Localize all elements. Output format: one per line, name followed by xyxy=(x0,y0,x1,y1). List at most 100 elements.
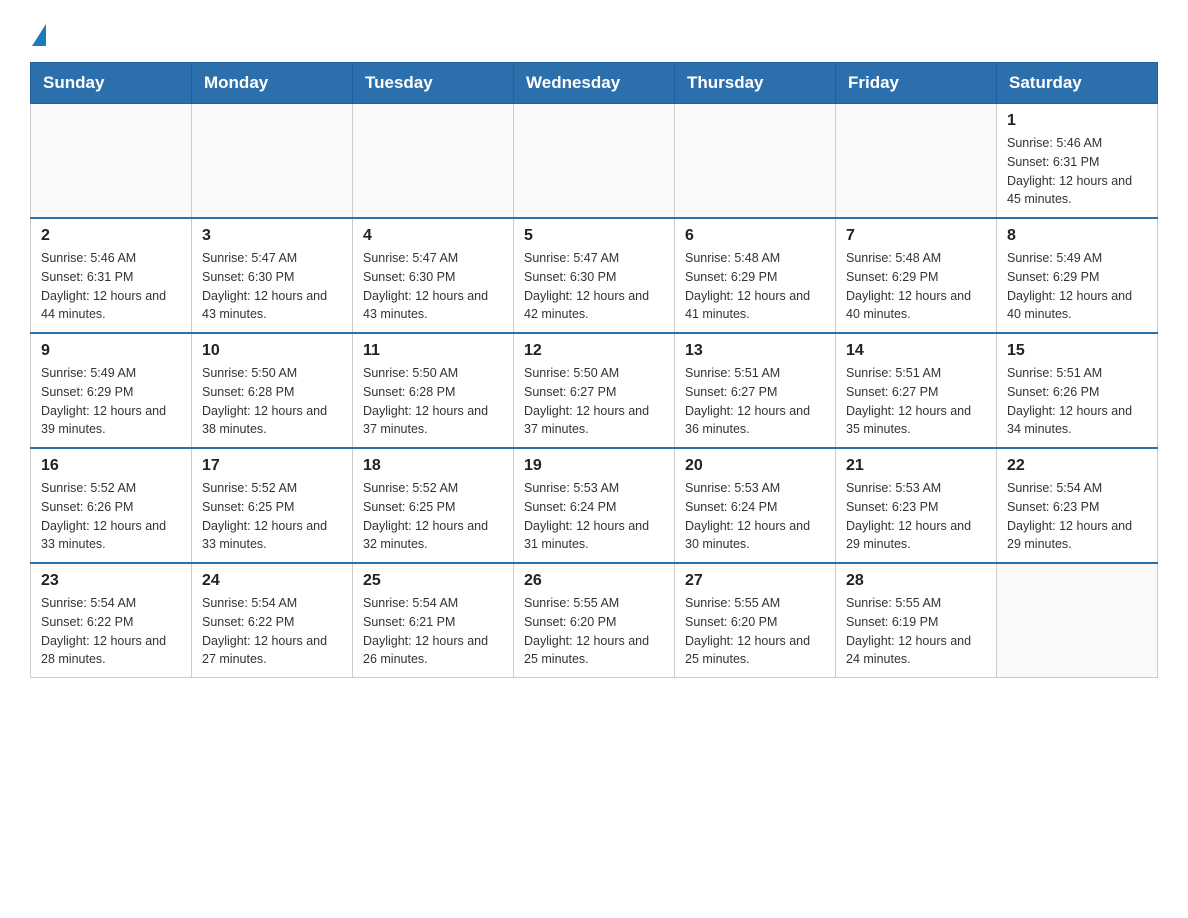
day-info: Sunrise: 5:51 AM Sunset: 6:26 PM Dayligh… xyxy=(1007,364,1147,439)
day-number: 4 xyxy=(363,227,503,245)
day-info: Sunrise: 5:53 AM Sunset: 6:23 PM Dayligh… xyxy=(846,479,986,554)
day-number: 13 xyxy=(685,342,825,360)
calendar-cell: 6 Sunrise: 5:48 AM Sunset: 6:29 PM Daylig… xyxy=(675,218,836,333)
calendar-cell: 16 Sunrise: 5:52 AM Sunset: 6:26 PM Dayli… xyxy=(31,448,192,563)
day-number: 17 xyxy=(202,457,342,475)
calendar-week-2: 2 Sunrise: 5:46 AM Sunset: 6:31 PM Daylig… xyxy=(31,218,1158,333)
day-info: Sunrise: 5:49 AM Sunset: 6:29 PM Dayligh… xyxy=(1007,249,1147,324)
calendar-cell: 15 Sunrise: 5:51 AM Sunset: 6:26 PM Dayli… xyxy=(997,333,1158,448)
day-info: Sunrise: 5:52 AM Sunset: 6:25 PM Dayligh… xyxy=(363,479,503,554)
calendar-cell: 7 Sunrise: 5:48 AM Sunset: 6:29 PM Daylig… xyxy=(836,218,997,333)
day-number: 7 xyxy=(846,227,986,245)
day-info: Sunrise: 5:49 AM Sunset: 6:29 PM Dayligh… xyxy=(41,364,181,439)
day-info: Sunrise: 5:46 AM Sunset: 6:31 PM Dayligh… xyxy=(41,249,181,324)
day-number: 11 xyxy=(363,342,503,360)
column-header-saturday: Saturday xyxy=(997,63,1158,104)
calendar-week-3: 9 Sunrise: 5:49 AM Sunset: 6:29 PM Daylig… xyxy=(31,333,1158,448)
calendar-cell: 28 Sunrise: 5:55 AM Sunset: 6:19 PM Dayli… xyxy=(836,563,997,678)
day-info: Sunrise: 5:55 AM Sunset: 6:19 PM Dayligh… xyxy=(846,594,986,669)
day-number: 18 xyxy=(363,457,503,475)
day-number: 26 xyxy=(524,572,664,590)
calendar-cell xyxy=(353,104,514,219)
calendar-cell: 26 Sunrise: 5:55 AM Sunset: 6:20 PM Dayli… xyxy=(514,563,675,678)
page-header xyxy=(30,20,1158,42)
day-number: 25 xyxy=(363,572,503,590)
day-number: 3 xyxy=(202,227,342,245)
day-info: Sunrise: 5:47 AM Sunset: 6:30 PM Dayligh… xyxy=(524,249,664,324)
day-info: Sunrise: 5:50 AM Sunset: 6:28 PM Dayligh… xyxy=(202,364,342,439)
day-number: 19 xyxy=(524,457,664,475)
calendar-cell xyxy=(997,563,1158,678)
calendar-cell: 2 Sunrise: 5:46 AM Sunset: 6:31 PM Daylig… xyxy=(31,218,192,333)
day-number: 14 xyxy=(846,342,986,360)
column-header-friday: Friday xyxy=(836,63,997,104)
day-number: 6 xyxy=(685,227,825,245)
logo-triangle-icon xyxy=(32,24,46,46)
calendar-cell xyxy=(31,104,192,219)
calendar-cell xyxy=(514,104,675,219)
calendar-cell: 13 Sunrise: 5:51 AM Sunset: 6:27 PM Dayli… xyxy=(675,333,836,448)
calendar-cell: 5 Sunrise: 5:47 AM Sunset: 6:30 PM Daylig… xyxy=(514,218,675,333)
calendar-week-4: 16 Sunrise: 5:52 AM Sunset: 6:26 PM Dayli… xyxy=(31,448,1158,563)
day-info: Sunrise: 5:53 AM Sunset: 6:24 PM Dayligh… xyxy=(524,479,664,554)
calendar-week-5: 23 Sunrise: 5:54 AM Sunset: 6:22 PM Dayli… xyxy=(31,563,1158,678)
day-info: Sunrise: 5:51 AM Sunset: 6:27 PM Dayligh… xyxy=(685,364,825,439)
calendar-cell: 23 Sunrise: 5:54 AM Sunset: 6:22 PM Dayli… xyxy=(31,563,192,678)
day-info: Sunrise: 5:48 AM Sunset: 6:29 PM Dayligh… xyxy=(846,249,986,324)
day-number: 12 xyxy=(524,342,664,360)
day-info: Sunrise: 5:54 AM Sunset: 6:21 PM Dayligh… xyxy=(363,594,503,669)
day-info: Sunrise: 5:55 AM Sunset: 6:20 PM Dayligh… xyxy=(685,594,825,669)
day-number: 8 xyxy=(1007,227,1147,245)
calendar-cell: 9 Sunrise: 5:49 AM Sunset: 6:29 PM Daylig… xyxy=(31,333,192,448)
day-number: 15 xyxy=(1007,342,1147,360)
day-number: 27 xyxy=(685,572,825,590)
calendar-cell: 18 Sunrise: 5:52 AM Sunset: 6:25 PM Dayli… xyxy=(353,448,514,563)
calendar-cell: 11 Sunrise: 5:50 AM Sunset: 6:28 PM Dayli… xyxy=(353,333,514,448)
day-number: 22 xyxy=(1007,457,1147,475)
day-info: Sunrise: 5:53 AM Sunset: 6:24 PM Dayligh… xyxy=(685,479,825,554)
calendar-cell: 8 Sunrise: 5:49 AM Sunset: 6:29 PM Daylig… xyxy=(997,218,1158,333)
column-header-tuesday: Tuesday xyxy=(353,63,514,104)
day-info: Sunrise: 5:46 AM Sunset: 6:31 PM Dayligh… xyxy=(1007,134,1147,209)
day-number: 23 xyxy=(41,572,181,590)
calendar-cell: 17 Sunrise: 5:52 AM Sunset: 6:25 PM Dayli… xyxy=(192,448,353,563)
calendar-cell: 25 Sunrise: 5:54 AM Sunset: 6:21 PM Dayli… xyxy=(353,563,514,678)
day-info: Sunrise: 5:52 AM Sunset: 6:25 PM Dayligh… xyxy=(202,479,342,554)
day-info: Sunrise: 5:54 AM Sunset: 6:22 PM Dayligh… xyxy=(202,594,342,669)
calendar-cell: 1 Sunrise: 5:46 AM Sunset: 6:31 PM Daylig… xyxy=(997,104,1158,219)
day-info: Sunrise: 5:50 AM Sunset: 6:27 PM Dayligh… xyxy=(524,364,664,439)
day-info: Sunrise: 5:52 AM Sunset: 6:26 PM Dayligh… xyxy=(41,479,181,554)
calendar-table: SundayMondayTuesdayWednesdayThursdayFrid… xyxy=(30,62,1158,678)
calendar-cell: 27 Sunrise: 5:55 AM Sunset: 6:20 PM Dayli… xyxy=(675,563,836,678)
day-info: Sunrise: 5:54 AM Sunset: 6:23 PM Dayligh… xyxy=(1007,479,1147,554)
day-info: Sunrise: 5:47 AM Sunset: 6:30 PM Dayligh… xyxy=(202,249,342,324)
calendar-cell: 10Sunrise: 5:50 AM Sunset: 6:28 PM Dayli… xyxy=(192,333,353,448)
calendar-cell: 19 Sunrise: 5:53 AM Sunset: 6:24 PM Dayli… xyxy=(514,448,675,563)
day-info: Sunrise: 5:54 AM Sunset: 6:22 PM Dayligh… xyxy=(41,594,181,669)
day-number: 5 xyxy=(524,227,664,245)
day-info: Sunrise: 5:55 AM Sunset: 6:20 PM Dayligh… xyxy=(524,594,664,669)
calendar-cell: 20Sunrise: 5:53 AM Sunset: 6:24 PM Dayli… xyxy=(675,448,836,563)
day-info: Sunrise: 5:51 AM Sunset: 6:27 PM Dayligh… xyxy=(846,364,986,439)
calendar-cell: 3 Sunrise: 5:47 AM Sunset: 6:30 PM Daylig… xyxy=(192,218,353,333)
calendar-cell: 12 Sunrise: 5:50 AM Sunset: 6:27 PM Dayli… xyxy=(514,333,675,448)
calendar-cell xyxy=(836,104,997,219)
calendar-week-1: 1 Sunrise: 5:46 AM Sunset: 6:31 PM Daylig… xyxy=(31,104,1158,219)
column-header-monday: Monday xyxy=(192,63,353,104)
calendar-header-row: SundayMondayTuesdayWednesdayThursdayFrid… xyxy=(31,63,1158,104)
calendar-cell: 4 Sunrise: 5:47 AM Sunset: 6:30 PM Daylig… xyxy=(353,218,514,333)
day-info: Sunrise: 5:47 AM Sunset: 6:30 PM Dayligh… xyxy=(363,249,503,324)
day-number: 9 xyxy=(41,342,181,360)
day-number: 2 xyxy=(41,227,181,245)
calendar-cell xyxy=(675,104,836,219)
day-info: Sunrise: 5:50 AM Sunset: 6:28 PM Dayligh… xyxy=(363,364,503,439)
day-number: 28 xyxy=(846,572,986,590)
day-number: 21 xyxy=(846,457,986,475)
calendar-cell: 22 Sunrise: 5:54 AM Sunset: 6:23 PM Dayli… xyxy=(997,448,1158,563)
calendar-cell xyxy=(192,104,353,219)
calendar-cell: 24 Sunrise: 5:54 AM Sunset: 6:22 PM Dayli… xyxy=(192,563,353,678)
day-info: Sunrise: 5:48 AM Sunset: 6:29 PM Dayligh… xyxy=(685,249,825,324)
day-number: 16 xyxy=(41,457,181,475)
day-number: 24 xyxy=(202,572,342,590)
day-number: 1 xyxy=(1007,112,1147,130)
